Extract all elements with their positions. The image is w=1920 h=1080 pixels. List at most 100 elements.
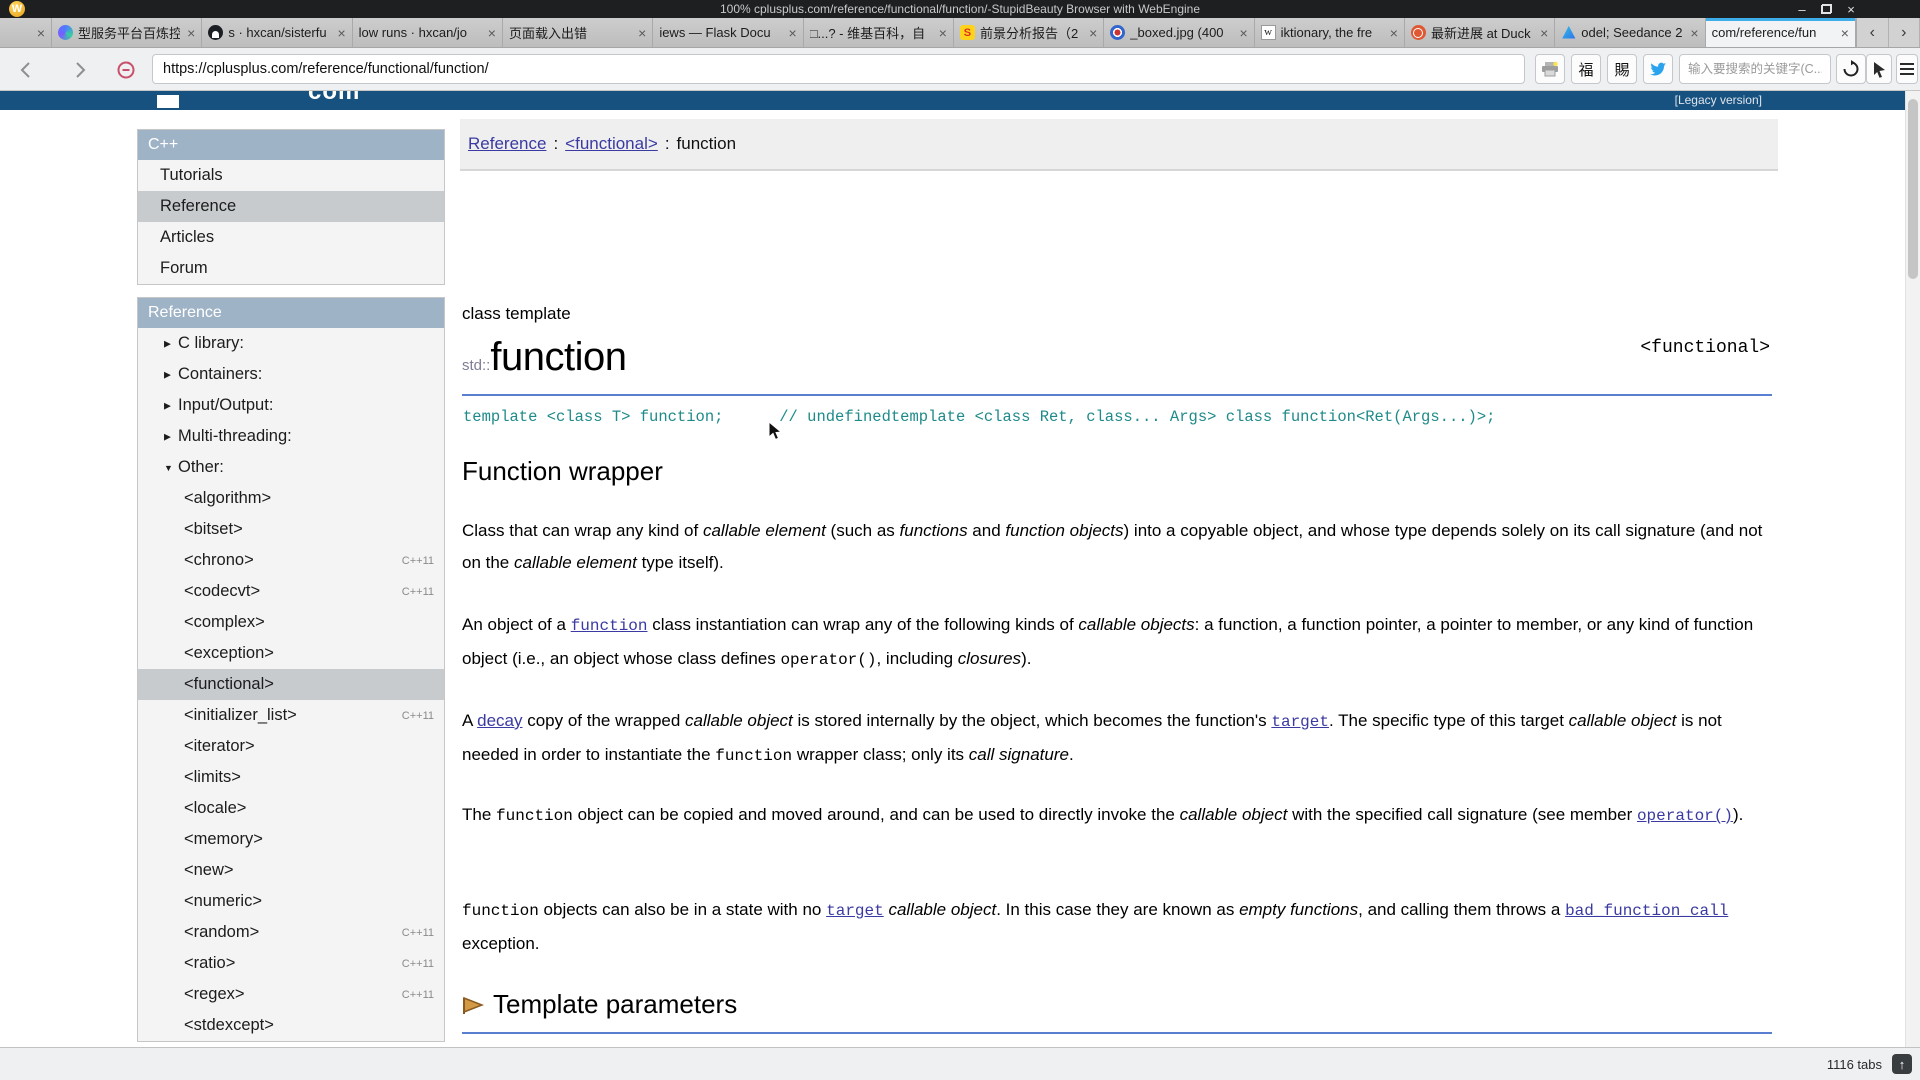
tab-favicon-icon [1561,25,1576,40]
breadcrumb-part[interactable]: function [677,134,737,154]
back-button[interactable] [12,56,40,84]
browser-tab[interactable]: s · hxcan/sisterfu × [202,18,352,47]
tab-close-icon[interactable]: × [638,25,646,41]
sidebar-item[interactable]: <memory> [138,824,444,855]
legacy-version-link[interactable]: [Legacy version] [1675,93,1762,107]
fortune-button[interactable]: 福 [1571,54,1601,84]
reload-icon[interactable] [1836,54,1866,84]
tab-close-icon[interactable]: × [1390,25,1398,41]
tab-close-icon[interactable]: × [939,25,947,41]
browser-tab[interactable]: iews — Flask Docu × [653,18,803,47]
tab-close-icon[interactable]: × [1239,25,1247,41]
browser-tab[interactable]: × [0,18,52,47]
browser-tab[interactable]: □...? - 维基百科，自 × [804,18,954,47]
inline-link[interactable]: bad_function_call [1565,902,1728,920]
sidebar-item[interactable]: <random> C++11 [138,917,444,948]
browser-tab[interactable]: _boxed.jpg (400 × [1104,18,1254,47]
expand-arrow-icon[interactable] [164,431,171,442]
browser-tab[interactable]: 型服务平台百炼控 × [52,18,202,47]
stop-icon[interactable] [112,56,140,84]
search-input[interactable] [1679,54,1831,84]
browser-tab[interactable]: iktionary, the fre × [1255,18,1405,47]
sidebar-item[interactable]: Other: [138,452,444,483]
browser-tab[interactable]: 最新进展 at Duck × [1405,18,1555,47]
sidebar-item[interactable]: <limits> [138,762,444,793]
sidebar-item[interactable]: <exception> [138,638,444,669]
breadcrumb-part[interactable]: : [553,134,558,154]
tab-close-icon[interactable]: × [1690,25,1698,41]
sidebar-item[interactable]: <codecvt> C++11 [138,576,444,607]
printer-icon[interactable] [1535,54,1565,84]
forward-button[interactable] [66,56,94,84]
page-scrollbar[interactable] [1905,91,1920,1047]
sidebar-item[interactable]: <initializer_list> C++11 [138,700,444,731]
sidebar-item[interactable]: Tutorials [138,160,444,191]
paragraph: An object of a function class instantiat… [462,609,1770,676]
sidebar-item[interactable]: Multi-threading: [138,421,444,452]
tab-close-icon[interactable]: × [488,25,496,41]
sidebar-item[interactable]: <locale> [138,793,444,824]
tab-scroll-left-icon[interactable]: ‹ [1857,18,1889,47]
expand-arrow-icon[interactable] [164,463,173,473]
sidebar-item[interactable]: <iterator> [138,731,444,762]
sidebar-item[interactable]: <functional> [138,669,444,700]
sidebar-item[interactable]: Containers: [138,359,444,390]
browser-tab[interactable]: com/reference/fun × [1706,18,1856,47]
tab-close-icon[interactable]: × [1540,25,1548,41]
minimize-button[interactable]: – [1795,2,1809,16]
tab-close-icon[interactable]: × [1089,25,1097,41]
inline-link[interactable]: operator() [1637,807,1733,825]
browser-tab[interactable]: low runs · hxcan/jo × [353,18,503,47]
expand-arrow-icon[interactable] [164,338,171,349]
sidebar-item[interactable]: Articles [138,222,444,253]
menu-icon[interactable] [1896,54,1918,84]
inline-link[interactable]: target [1271,713,1329,731]
section-title-text: Template parameters [493,989,737,1020]
app-icon: W [9,1,25,17]
sidebar-item[interactable]: <bitset> [138,514,444,545]
twitter-icon[interactable] [1643,54,1673,84]
inline-link[interactable]: target [826,902,884,920]
browser-tab[interactable]: odel; Seedance 2 × [1555,18,1705,47]
sidebar-item-label: <limits> [184,768,241,787]
tab-close-icon[interactable]: × [1841,25,1849,41]
inline-link[interactable]: decay [477,711,522,730]
sidebar-item[interactable]: Input/Output: [138,390,444,421]
tab-close-icon[interactable]: × [788,25,796,41]
breadcrumb-part[interactable]: Reference [468,134,546,154]
sidebar-item[interactable]: <stdexcept> [138,1010,444,1041]
sidebar-item[interactable]: <algorithm> [138,483,444,514]
tab-close-icon[interactable]: × [37,25,45,41]
breadcrumb-part[interactable]: : [665,134,670,154]
sidebar-item[interactable]: <regex> C++11 [138,979,444,1010]
sidebar-item[interactable]: <chrono> C++11 [138,545,444,576]
breadcrumb-part[interactable]: <functional> [565,134,658,154]
tab-scroll-right-icon[interactable]: › [1889,18,1920,47]
sidebar-item[interactable]: <new> [138,855,444,886]
tab-close-icon[interactable]: × [337,25,345,41]
sidebar-item[interactable]: <numeric> [138,886,444,917]
tab-close-icon[interactable]: × [187,25,195,41]
sidebar-item[interactable]: Reference [138,191,444,222]
url-input[interactable]: https://cplusplus.com/reference/function… [152,54,1525,84]
expand-arrow-icon[interactable] [164,400,171,411]
expand-arrow-icon[interactable] [164,369,171,380]
pointer-icon[interactable] [1866,54,1892,84]
maximize-button[interactable] [1821,4,1832,14]
sidebar-item[interactable]: C library: [138,328,444,359]
browser-tab[interactable]: 前景分析报告（2 × [954,18,1104,47]
sidebar-item[interactable]: <complex> [138,607,444,638]
close-button[interactable]: × [1844,2,1858,16]
up-icon[interactable]: ↑ [1892,1054,1912,1074]
inline-link[interactable]: function [571,617,648,635]
scrollbar-thumb[interactable] [1908,99,1918,279]
text-run: Class that can wrap any kind of [462,521,703,540]
text-run: object can be copied and moved around, a… [573,805,1180,824]
cpp11-badge: C++11 [402,989,434,1001]
browser-tab[interactable]: 页面载入出错 × [503,18,653,47]
bestow-button[interactable]: 賜 [1607,54,1637,84]
sidebar-item[interactable]: Forum [138,253,444,284]
sidebar-item-label: <new> [184,861,234,880]
sidebar-item[interactable]: <ratio> C++11 [138,948,444,979]
text-run: The [462,805,496,824]
